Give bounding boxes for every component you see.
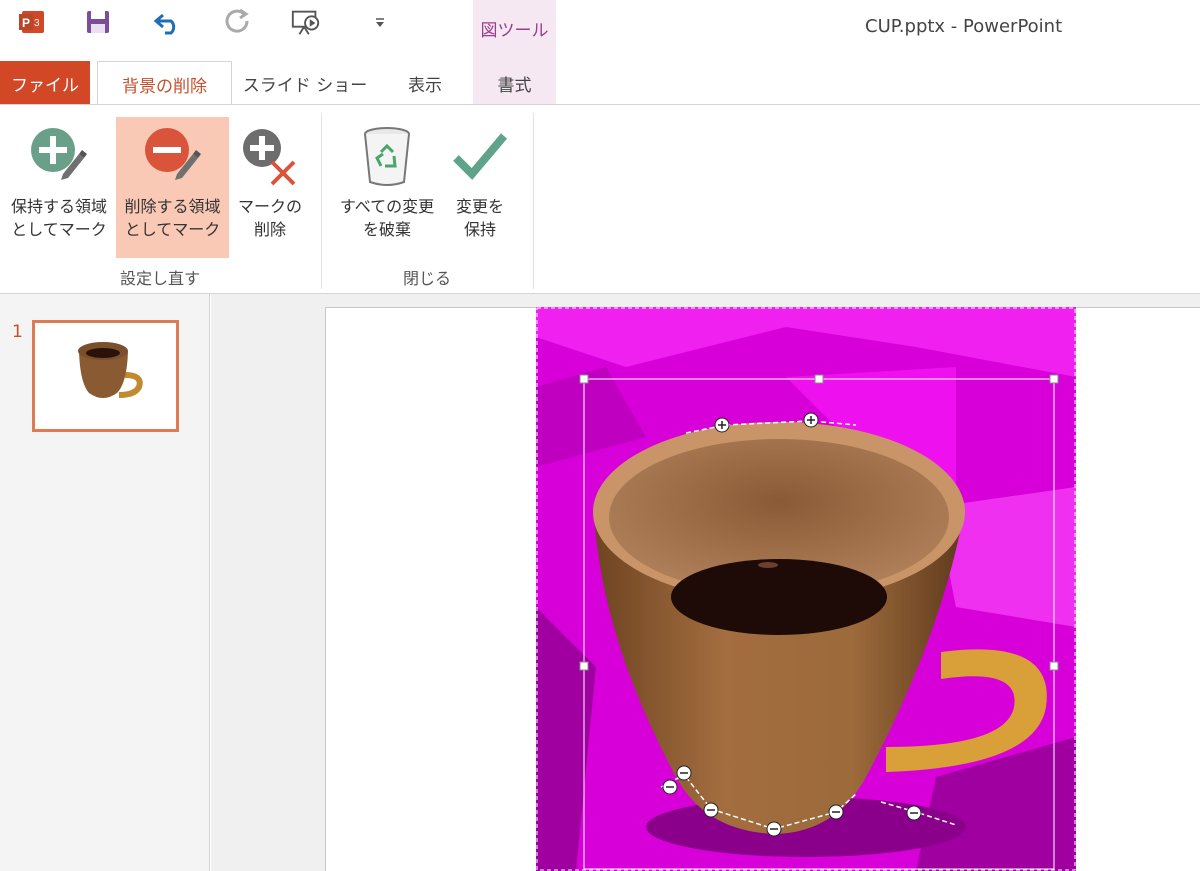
ribbon-tabs: ファイル 背景の削除 スライド ショー 表示 書式 [0, 55, 1200, 106]
mark-areas-to-remove-button[interactable]: 削除する領域 としてマーク [116, 117, 229, 258]
undo-icon[interactable] [152, 6, 184, 38]
mark-areas-to-keep-button[interactable]: 保持する領域 としてマーク [4, 117, 114, 257]
tab-slideshow[interactable]: スライド ショー [240, 61, 370, 105]
powerpoint-logo-icon: P3 [16, 6, 48, 38]
tab-remove-background[interactable]: 背景の削除 [97, 61, 232, 106]
recycle-bin-icon [359, 117, 415, 195]
tab-format[interactable]: 書式 [473, 61, 556, 105]
mark-remove-label: 削除する領域 としてマーク [124, 197, 221, 239]
cup-photo[interactable] [536, 307, 1076, 871]
slide-number: 1 [12, 322, 23, 342]
cup-thumbnail-image [78, 342, 143, 398]
ribbon: 保持する領域 としてマーク 削除する領域 としてマーク マークの 削除 設定し直… [0, 105, 1200, 293]
mark-remove-icon [141, 117, 205, 195]
slide-thumbnail-pane: 1 [0, 294, 210, 871]
svg-text:P: P [22, 16, 30, 30]
checkmark-icon [450, 117, 510, 195]
keep-mark[interactable] [803, 412, 819, 428]
customize-toolbar-icon[interactable] [365, 6, 395, 38]
save-icon[interactable] [82, 6, 114, 38]
tab-file[interactable]: ファイル [0, 61, 90, 105]
group-label-close: 閉じる [402, 269, 451, 288]
mark-keep-label: 保持する領域 としてマーク [10, 197, 107, 239]
delete-mark-button[interactable]: マークの 削除 [232, 117, 308, 257]
picture-tools-label: 図ツール [480, 21, 549, 41]
group-separator [321, 113, 322, 289]
svg-text:3: 3 [34, 18, 40, 29]
window-title: CUP.pptx - PowerPoint [865, 16, 1063, 37]
discard-all-changes-button[interactable]: すべての変更 を破棄 [332, 117, 442, 257]
title-bar: P3 CUP.pptx - PowerPoint [0, 0, 1200, 55]
keep-changes-button[interactable]: 変更を 保持 [444, 117, 516, 257]
slide-thumbnail[interactable] [32, 320, 179, 432]
tab-view[interactable]: 表示 [385, 61, 465, 105]
delete-mark-label: マークの 削除 [237, 197, 302, 239]
group-label-refine: 設定し直す [119, 269, 200, 288]
start-slideshow-icon[interactable] [290, 6, 322, 38]
discard-changes-label: すべての変更 を破棄 [339, 197, 435, 239]
keep-changes-label: 変更を 保持 [455, 197, 504, 239]
mark-keep-icon [27, 117, 91, 195]
group-separator [533, 113, 534, 289]
redo-icon[interactable] [222, 6, 254, 38]
delete-mark-icon [238, 117, 302, 195]
keep-mark[interactable] [714, 417, 730, 433]
